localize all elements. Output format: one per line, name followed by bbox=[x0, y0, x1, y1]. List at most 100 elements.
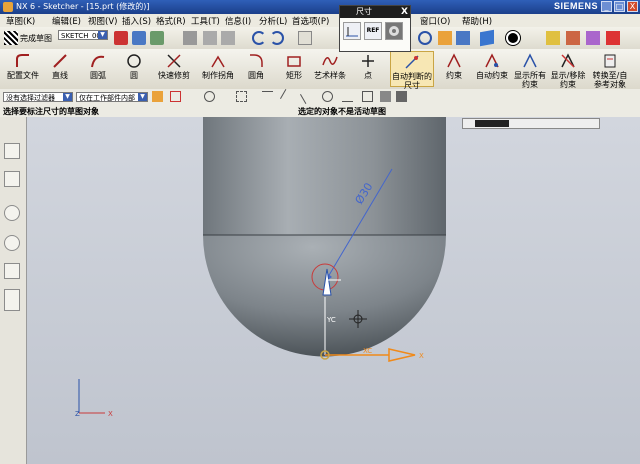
constraints-tool[interactable]: 约束 bbox=[442, 51, 466, 80]
dialog-header: 尺寸 X bbox=[340, 6, 410, 18]
quick-trim-label: 快速修剪 bbox=[158, 71, 190, 80]
system-materials-icon[interactable] bbox=[4, 289, 20, 311]
display-style-icon[interactable] bbox=[506, 31, 520, 45]
auto-constrain-tool[interactable]: 自动约束 bbox=[474, 51, 510, 80]
finish-sketch-label[interactable]: 完成草图 bbox=[20, 33, 52, 44]
snap-endpoint-icon[interactable] bbox=[204, 91, 215, 102]
orient-view-icon[interactable] bbox=[132, 31, 146, 45]
rotate-icon[interactable] bbox=[418, 31, 432, 45]
arc-center-icon[interactable] bbox=[322, 91, 333, 102]
zoom-icon[interactable] bbox=[456, 31, 470, 45]
model-view: Ø30 YC XC X Z X bbox=[75, 117, 446, 418]
make-corner-tool[interactable]: 制作拐角 bbox=[200, 51, 236, 80]
update-model-icon[interactable] bbox=[183, 31, 197, 45]
profile-icon bbox=[16, 54, 29, 67]
constraints-label: 约束 bbox=[446, 71, 462, 80]
point-tool[interactable]: 点 bbox=[358, 51, 378, 80]
sketch-view-icon[interactable] bbox=[114, 31, 128, 45]
xc-arrow bbox=[388, 348, 416, 362]
triad-x-label: X bbox=[108, 410, 113, 418]
menu-preferences[interactable]: 首选项(P) bbox=[292, 15, 329, 27]
redo-icon[interactable] bbox=[270, 31, 284, 45]
auto-constrain-icon bbox=[485, 53, 499, 68]
studio-spline-label: 艺术样条 bbox=[314, 71, 346, 80]
scroll-thumb[interactable] bbox=[475, 120, 509, 127]
show-all-constraints-tool[interactable]: 显示所有约束 bbox=[512, 51, 548, 89]
fillet-tool[interactable]: 圆角 bbox=[244, 51, 268, 80]
circle-tool[interactable]: 圆 bbox=[124, 51, 144, 80]
minimize-button[interactable]: _ bbox=[601, 1, 612, 12]
inferred-dimension-tool[interactable]: 自动判断的尺寸 bbox=[390, 51, 434, 90]
menu-analysis[interactable]: 分析(L) bbox=[259, 15, 287, 27]
dialog-close-button[interactable]: X bbox=[401, 6, 408, 18]
fit-view-icon[interactable] bbox=[438, 31, 452, 45]
profile-tool[interactable]: 配置文件 bbox=[6, 51, 40, 80]
selection-filter-select[interactable]: 没有选择过滤器 ▼ bbox=[3, 92, 73, 102]
roles-icon[interactable] bbox=[4, 263, 20, 279]
menu-bar: 草图(K) 编辑(E) 视图(V) 插入(S) 格式(R) 工具(T) 信息(I… bbox=[0, 14, 640, 28]
point-on-surface-icon[interactable] bbox=[396, 91, 407, 102]
make-corner-label: 制作拐角 bbox=[202, 71, 234, 80]
xc-label: XC bbox=[363, 347, 372, 355]
selection-scope-select[interactable]: 仅在工作部件内部 ▼ bbox=[76, 92, 148, 102]
dimension-dialog: 尺寸 X REF bbox=[339, 5, 411, 52]
convert-reference-tool[interactable]: 转换至/自参考对象 bbox=[590, 51, 630, 89]
dimension-dialog-options-button[interactable] bbox=[385, 22, 403, 40]
studio-spline-tool[interactable]: 艺术样条 bbox=[312, 51, 348, 80]
maximize-button[interactable]: □ bbox=[614, 1, 625, 12]
dimension-style-button[interactable] bbox=[343, 22, 361, 40]
shaded-view-icon[interactable] bbox=[480, 29, 494, 47]
sketch-name-select[interactable]: SKETCH_006 ▼ bbox=[58, 30, 108, 40]
history-icon[interactable] bbox=[4, 235, 20, 251]
inferred-dimension-label: 自动判断的尺寸 bbox=[392, 72, 432, 90]
quick-trim-tool[interactable]: 快速修剪 bbox=[156, 51, 192, 80]
intersection-icon[interactable] bbox=[299, 88, 316, 105]
rectangle-tool[interactable]: 矩形 bbox=[282, 51, 306, 80]
point-on-curve-icon[interactable] bbox=[380, 91, 391, 102]
quadrant-icon[interactable] bbox=[342, 91, 353, 102]
menu-view[interactable]: 视图(V) bbox=[88, 15, 117, 27]
ref-label: REF bbox=[366, 27, 380, 34]
select-all-icon[interactable] bbox=[152, 91, 163, 102]
menu-help[interactable]: 帮助(H) bbox=[462, 15, 492, 27]
convert-reference-icon bbox=[604, 54, 616, 68]
assembly-navigator-icon[interactable] bbox=[4, 143, 20, 159]
reference-dimension-button[interactable]: REF bbox=[364, 22, 382, 40]
rectangle-select-icon[interactable] bbox=[236, 91, 247, 102]
cut-icon[interactable] bbox=[298, 31, 312, 45]
snap-icon[interactable] bbox=[546, 31, 560, 45]
make-corner-icon bbox=[211, 55, 225, 68]
existing-point-icon[interactable] bbox=[362, 91, 373, 102]
copy-icon[interactable] bbox=[203, 31, 217, 45]
close-button[interactable]: X bbox=[627, 1, 638, 12]
select-icon[interactable] bbox=[566, 31, 580, 45]
part-navigator-icon[interactable] bbox=[4, 171, 20, 187]
midpoint-icon[interactable] bbox=[262, 91, 273, 102]
tools-icon[interactable] bbox=[606, 31, 620, 45]
undo-icon[interactable] bbox=[252, 31, 266, 45]
menu-edit[interactable]: 编辑(E) bbox=[52, 15, 81, 27]
menu-tools[interactable]: 工具(T) bbox=[191, 15, 220, 27]
paste-icon[interactable] bbox=[221, 31, 235, 45]
graphics-window[interactable]: Ø30 YC XC X Z X bbox=[27, 117, 640, 464]
general-select-icon[interactable] bbox=[170, 91, 181, 102]
menu-insert[interactable]: 插入(S) bbox=[122, 15, 151, 27]
convert-reference-label: 转换至/自参考对象 bbox=[592, 71, 628, 89]
line-tool[interactable]: 直线 bbox=[48, 51, 72, 80]
web-browser-icon[interactable] bbox=[4, 205, 20, 221]
sketch-tools-toolbar: 配置文件 直线 圆弧 圆 快速修剪 制作拐角 圆角 矩形 艺术样条 点 自动判断… bbox=[0, 49, 640, 90]
arc-tool[interactable]: 圆弧 bbox=[86, 51, 110, 80]
menu-info[interactable]: 信息(I) bbox=[225, 15, 251, 27]
point-label: 点 bbox=[364, 71, 372, 80]
control-point-icon[interactable] bbox=[279, 88, 296, 105]
filter-icon[interactable] bbox=[586, 31, 600, 45]
show-remove-constraints-tool[interactable]: 显示/移除约束 bbox=[550, 51, 586, 89]
horizontal-scrollbar[interactable] bbox=[462, 118, 600, 129]
reattach-icon[interactable] bbox=[150, 31, 164, 45]
triad-z-label: Z bbox=[75, 410, 80, 418]
menu-sketch[interactable]: 草图(K) bbox=[6, 15, 35, 27]
menu-window[interactable]: 窗口(O) bbox=[420, 15, 450, 27]
menu-format[interactable]: 格式(R) bbox=[156, 15, 186, 27]
show-constraints-icon bbox=[523, 53, 537, 68]
finish-flag-icon[interactable] bbox=[4, 31, 18, 45]
